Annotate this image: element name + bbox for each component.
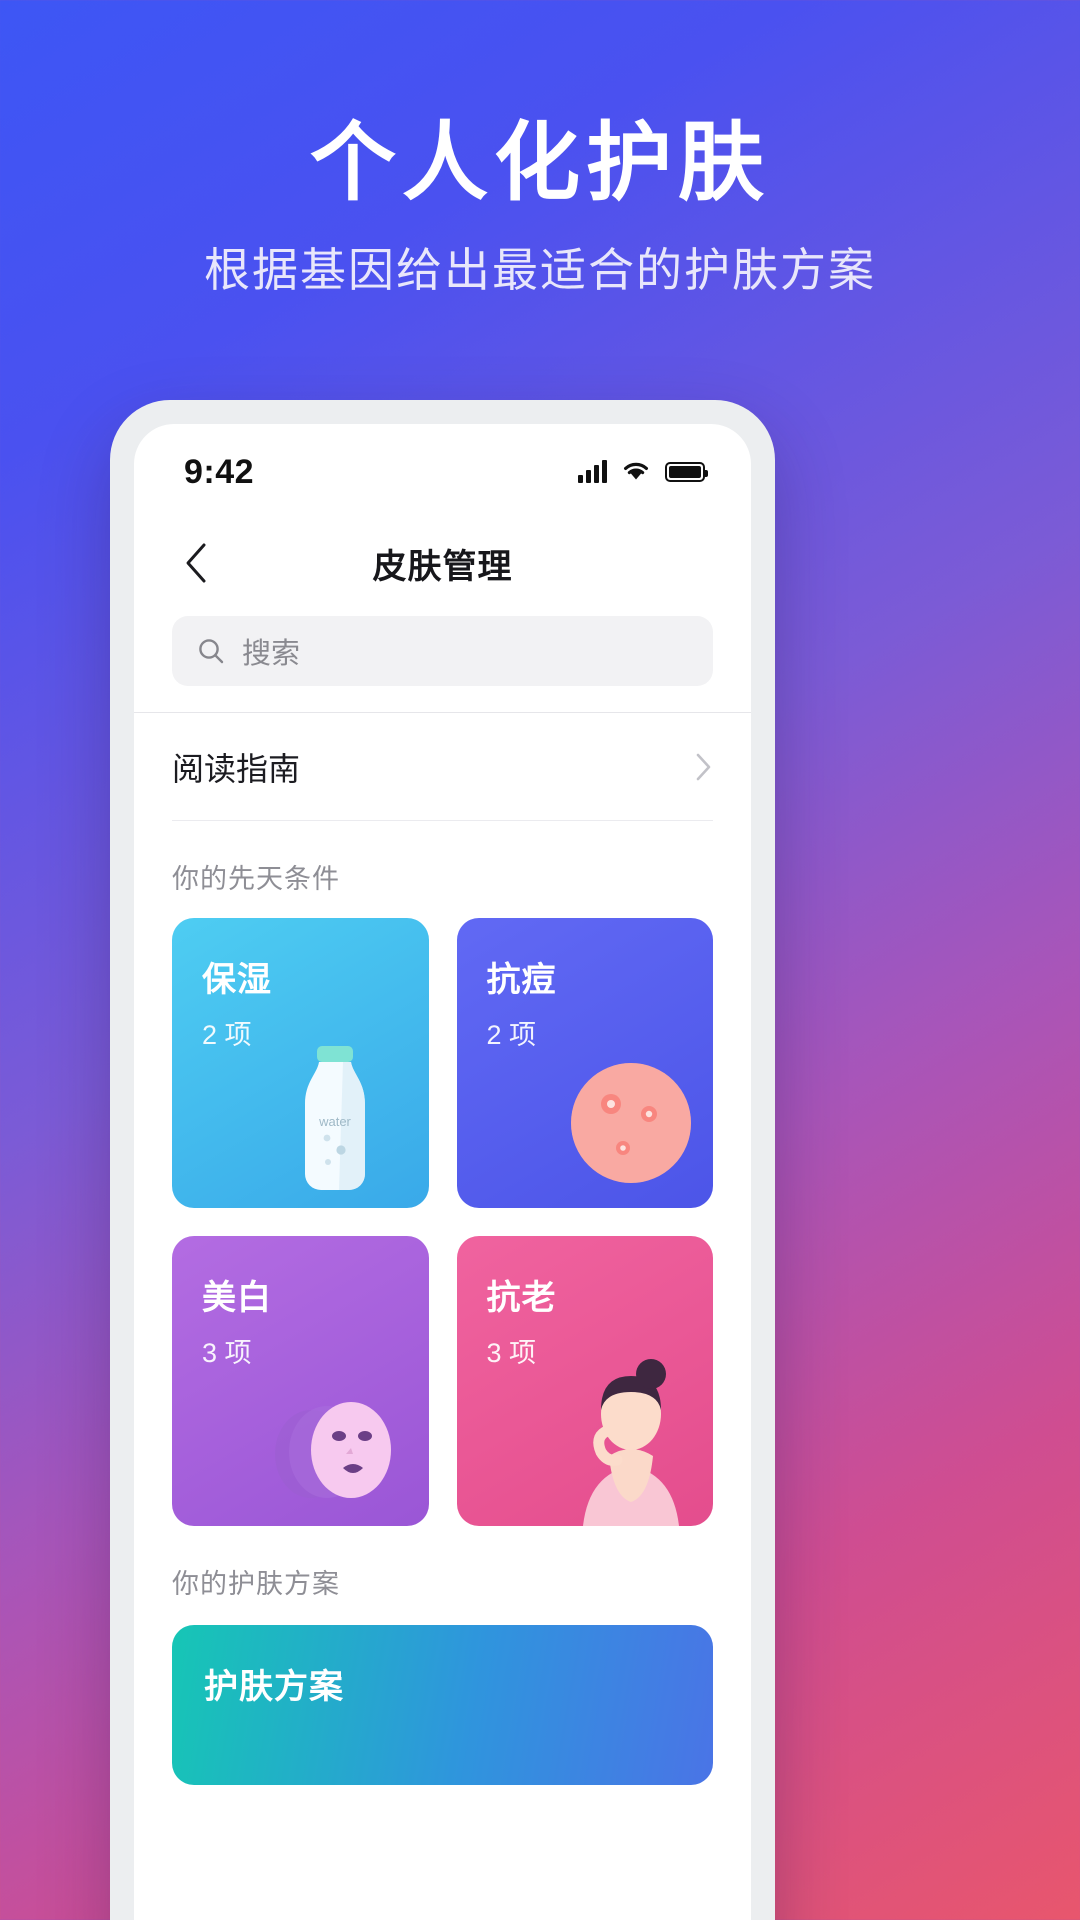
card-title: 抗老 xyxy=(486,1279,557,1317)
section-title-innate: 你的先天条件 xyxy=(172,864,340,894)
water-bottle-icon: water xyxy=(304,1046,365,1190)
phone-mockup: 9:42 皮肤管理 搜索 阅读指南 你的先天条件 保湿 2 项 water 抗痘… xyxy=(110,400,775,1920)
wifi-icon xyxy=(621,459,651,486)
page-subtitle: 根据基因给出最适合的护肤方案 xyxy=(204,244,876,297)
status-time: 9:42 xyxy=(184,452,255,491)
card-anti-aging[interactable]: 抗老 3 项 xyxy=(456,1236,713,1526)
phone-screen: 9:42 皮肤管理 搜索 阅读指南 你的先天条件 保湿 2 项 water 抗痘… xyxy=(134,424,751,1920)
card-title: 美白 xyxy=(202,1279,272,1317)
status-icons xyxy=(578,459,708,486)
nav-bar: 皮肤管理 xyxy=(134,520,751,606)
card-anti-acne[interactable]: 抗痘 2 项 xyxy=(456,918,713,1208)
nav-title: 皮肤管理 xyxy=(372,547,513,586)
chevron-right-icon xyxy=(696,753,711,780)
face-mask-icon xyxy=(274,1402,391,1498)
condition-card-grid: 保湿 2 项 water 抗痘 2 项 美白 3 项 抗老 3 项 xyxy=(134,918,751,1526)
card-skincare-plan[interactable]: 护肤方案 xyxy=(172,1625,713,1785)
page-title: 个人化护肤 xyxy=(310,115,770,211)
status-bar: 9:42 xyxy=(134,424,751,520)
svg-text:water: water xyxy=(318,1114,351,1129)
card-whitening[interactable]: 美白 3 项 xyxy=(172,1236,429,1526)
plan-title: 护肤方案 xyxy=(204,1668,344,1706)
search-icon xyxy=(199,639,224,664)
section-title-plan: 你的护肤方案 xyxy=(172,1569,340,1599)
chevron-left-icon xyxy=(186,543,206,583)
search-input[interactable]: 搜索 xyxy=(172,616,713,686)
search-placeholder: 搜索 xyxy=(242,638,301,670)
battery-full-icon xyxy=(665,462,708,482)
card-title: 抗痘 xyxy=(486,961,557,999)
plan-section: 护肤方案 xyxy=(134,1625,751,1785)
search-section: 搜索 xyxy=(134,606,751,712)
list-item-reading-guide[interactable]: 阅读指南 xyxy=(172,713,713,821)
back-button[interactable] xyxy=(174,541,218,585)
hero-banner: 个人化护肤 根据基因给出最适合的护肤方案 xyxy=(0,0,1080,300)
card-moisturizing[interactable]: 保湿 2 项 water xyxy=(172,918,429,1208)
woman-portrait-icon xyxy=(583,1359,679,1526)
signal-bars-icon xyxy=(578,460,607,483)
card-title: 保湿 xyxy=(202,961,272,999)
acne-face-icon xyxy=(571,1063,691,1183)
reading-guide-label: 阅读指南 xyxy=(172,750,301,787)
